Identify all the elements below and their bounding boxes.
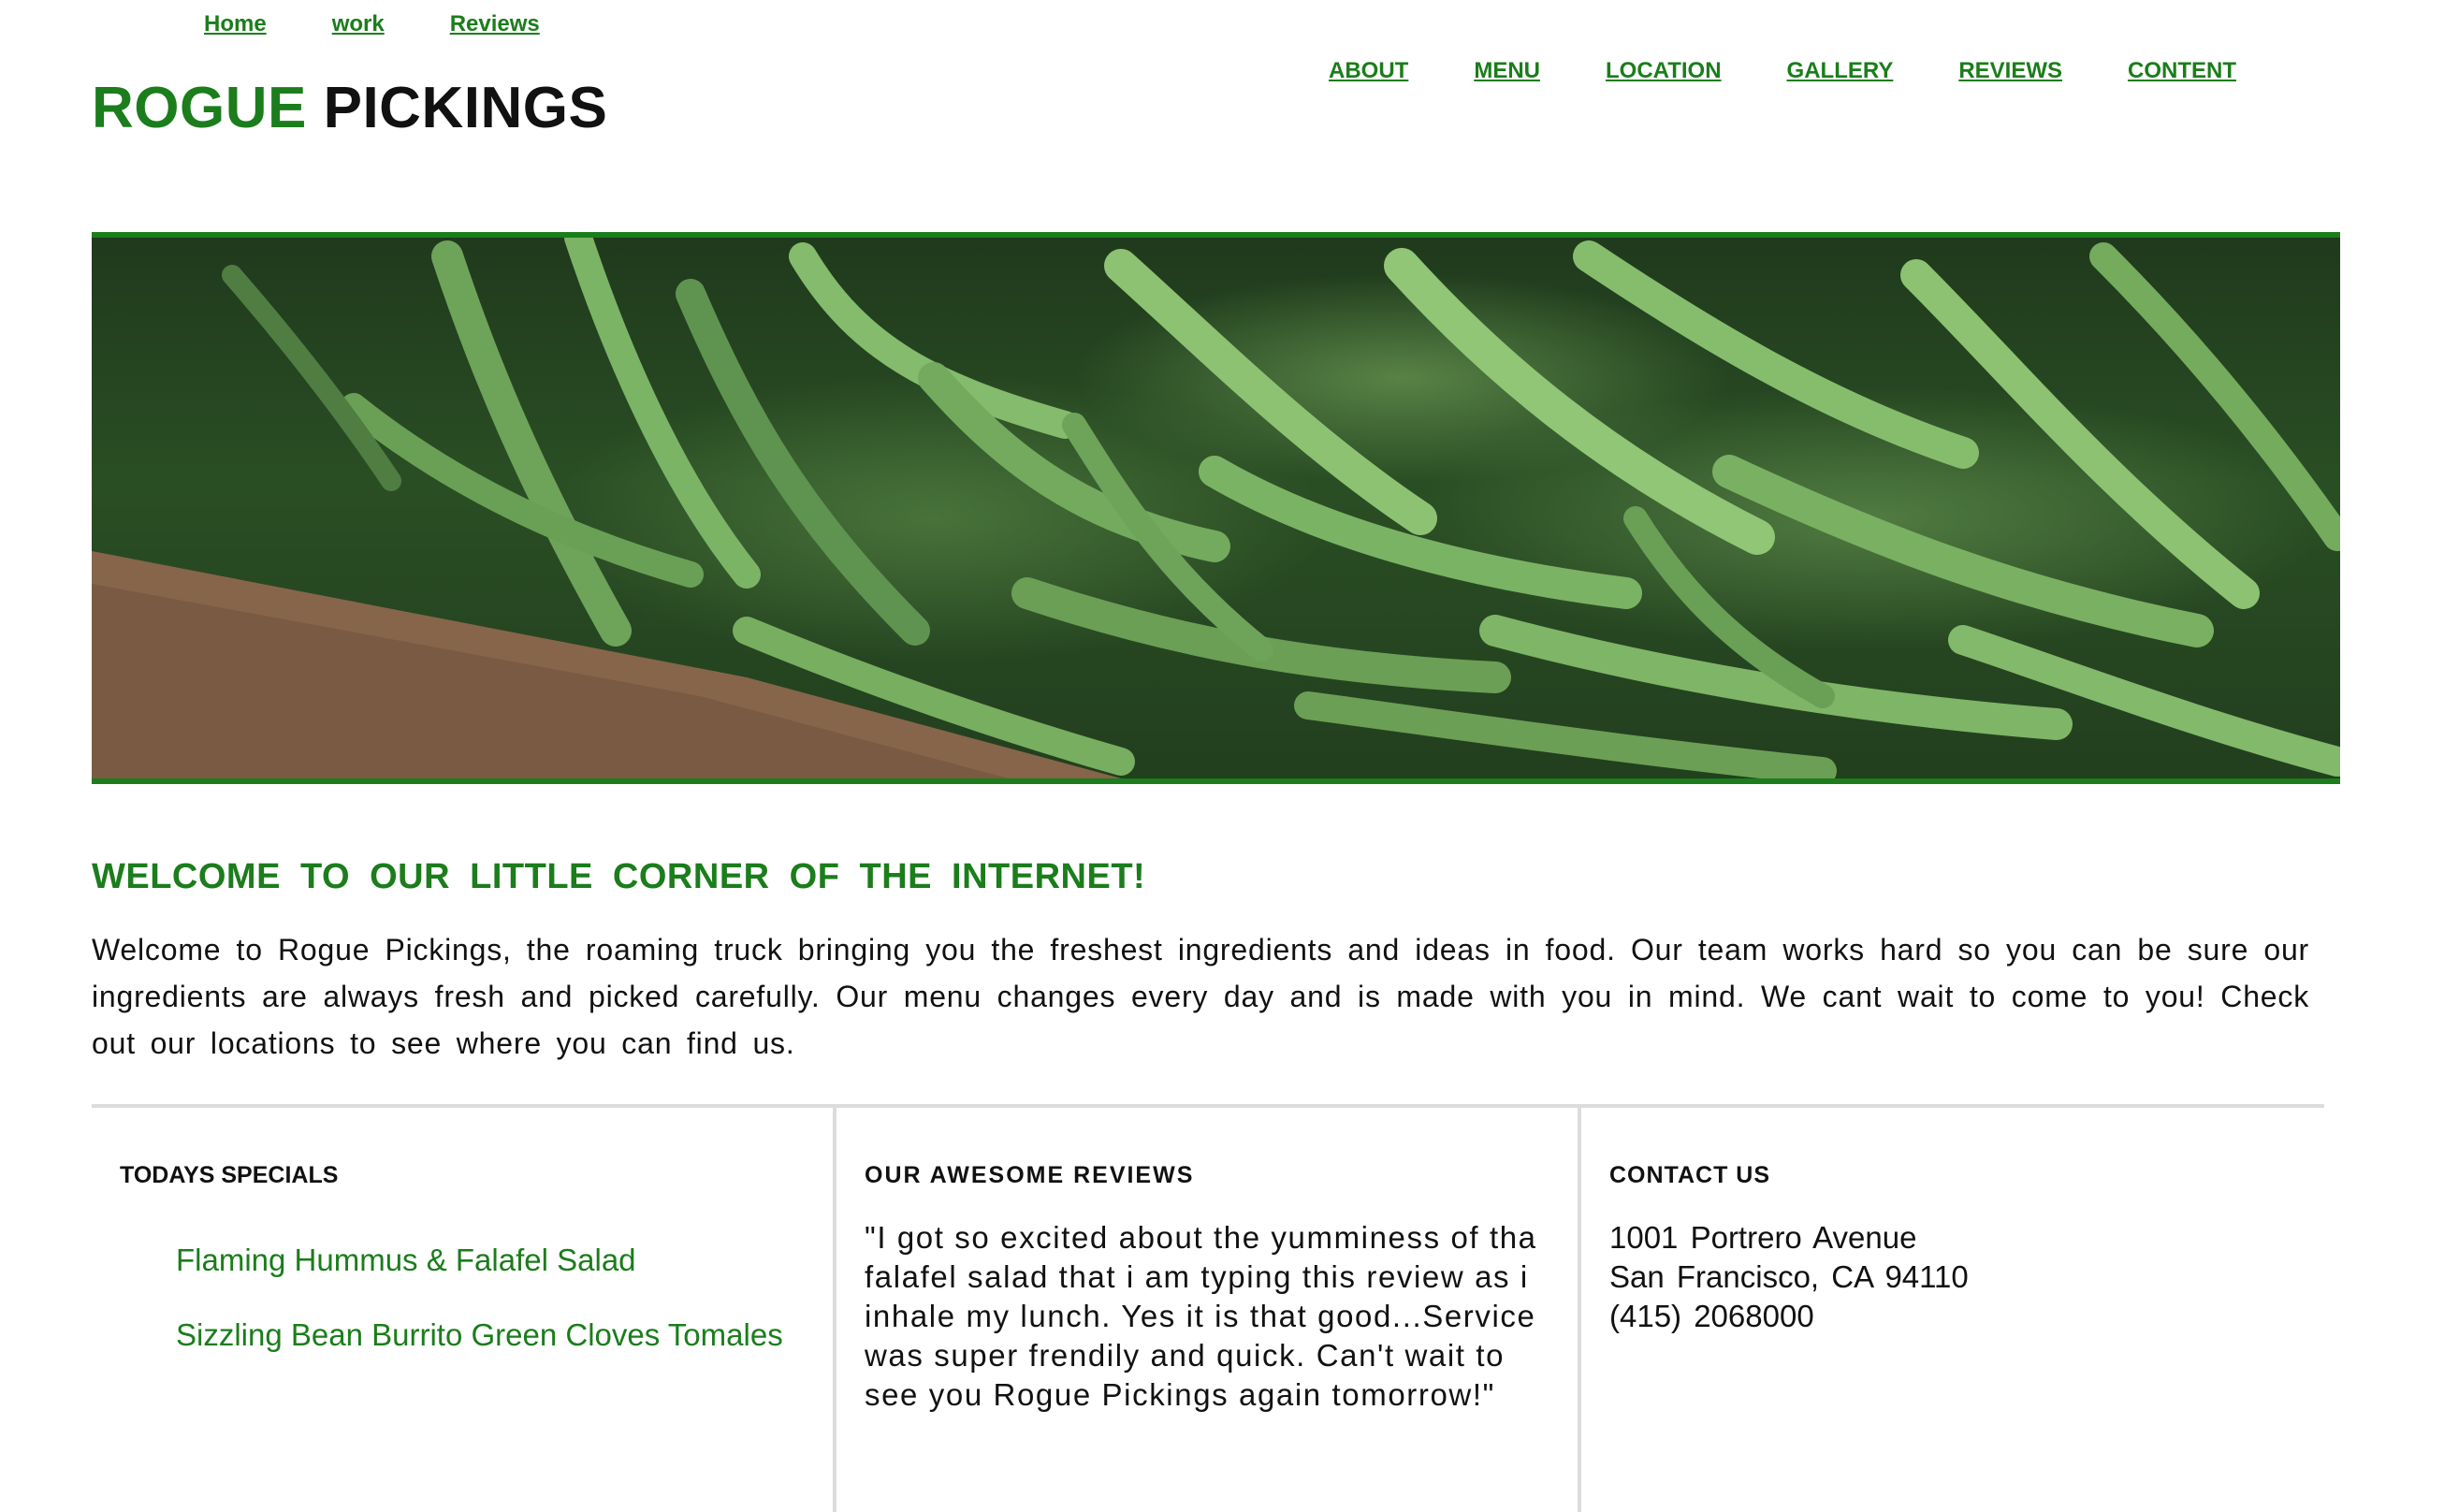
- contact-title: CONTACT US: [1609, 1162, 1771, 1188]
- logo-part-pickings: PICKINGS: [323, 76, 608, 140]
- nav-reviews[interactable]: REVIEWS: [1958, 58, 2062, 84]
- top-links: Home work Reviews: [204, 11, 605, 37]
- specials-item: Sizzling Bean Burrito Green Cloves Tomal…: [176, 1317, 783, 1352]
- nav-about[interactable]: ABOUT: [1329, 58, 1408, 84]
- main-nav: ABOUT MENU LOCATION GALLERY REVIEWS CONT…: [1329, 58, 2302, 84]
- site-logo: ROGUE PICKINGS: [92, 75, 607, 141]
- hero-image: [92, 232, 2340, 784]
- contact-address-line2: San Francisco, CA 94110: [1609, 1259, 1969, 1294]
- top-link-home[interactable]: Home: [204, 11, 267, 37]
- reviews-column: OUR AWESOME REVIEWS "I got so excited ab…: [836, 1108, 1581, 1512]
- specials-column: TODAYS SPECIALS Flaming Hummus & Falafel…: [92, 1108, 836, 1512]
- contact-address-line1: 1001 Portrero Avenue: [1609, 1220, 1917, 1255]
- nav-menu[interactable]: MENU: [1474, 58, 1540, 84]
- nav-gallery[interactable]: GALLERY: [1787, 58, 1894, 84]
- specials-list: Flaming Hummus & Falafel Salad Sizzling …: [176, 1243, 783, 1392]
- specials-item: Flaming Hummus & Falafel Salad: [176, 1243, 636, 1277]
- welcome-title: WELCOME TO OUR LITTLE CORNER OF THE INTE…: [92, 857, 1146, 896]
- contact-details: 1001 Portrero Avenue San Francisco, CA 9…: [1609, 1218, 1969, 1336]
- logo-part-rogue: ROGUE: [92, 76, 307, 140]
- welcome-text: Welcome to Rogue Pickings, the roaming t…: [92, 933, 2309, 1060]
- reviews-title: OUR AWESOME REVIEWS: [865, 1162, 1195, 1188]
- contact-phone: (415) 2068000: [1609, 1299, 1814, 1333]
- review-quote: "I got so excited about the yumminess of…: [865, 1220, 1537, 1412]
- top-link-work[interactable]: work: [332, 11, 385, 37]
- contact-column: CONTACT US 1001 Portrero Avenue San Fran…: [1581, 1108, 2326, 1512]
- specials-title: TODAYS SPECIALS: [120, 1162, 339, 1188]
- nav-content[interactable]: CONTENT: [2128, 58, 2236, 84]
- nav-location[interactable]: LOCATION: [1606, 58, 1722, 84]
- green-beans-illustration: [92, 238, 2340, 778]
- top-link-reviews[interactable]: Reviews: [450, 11, 540, 37]
